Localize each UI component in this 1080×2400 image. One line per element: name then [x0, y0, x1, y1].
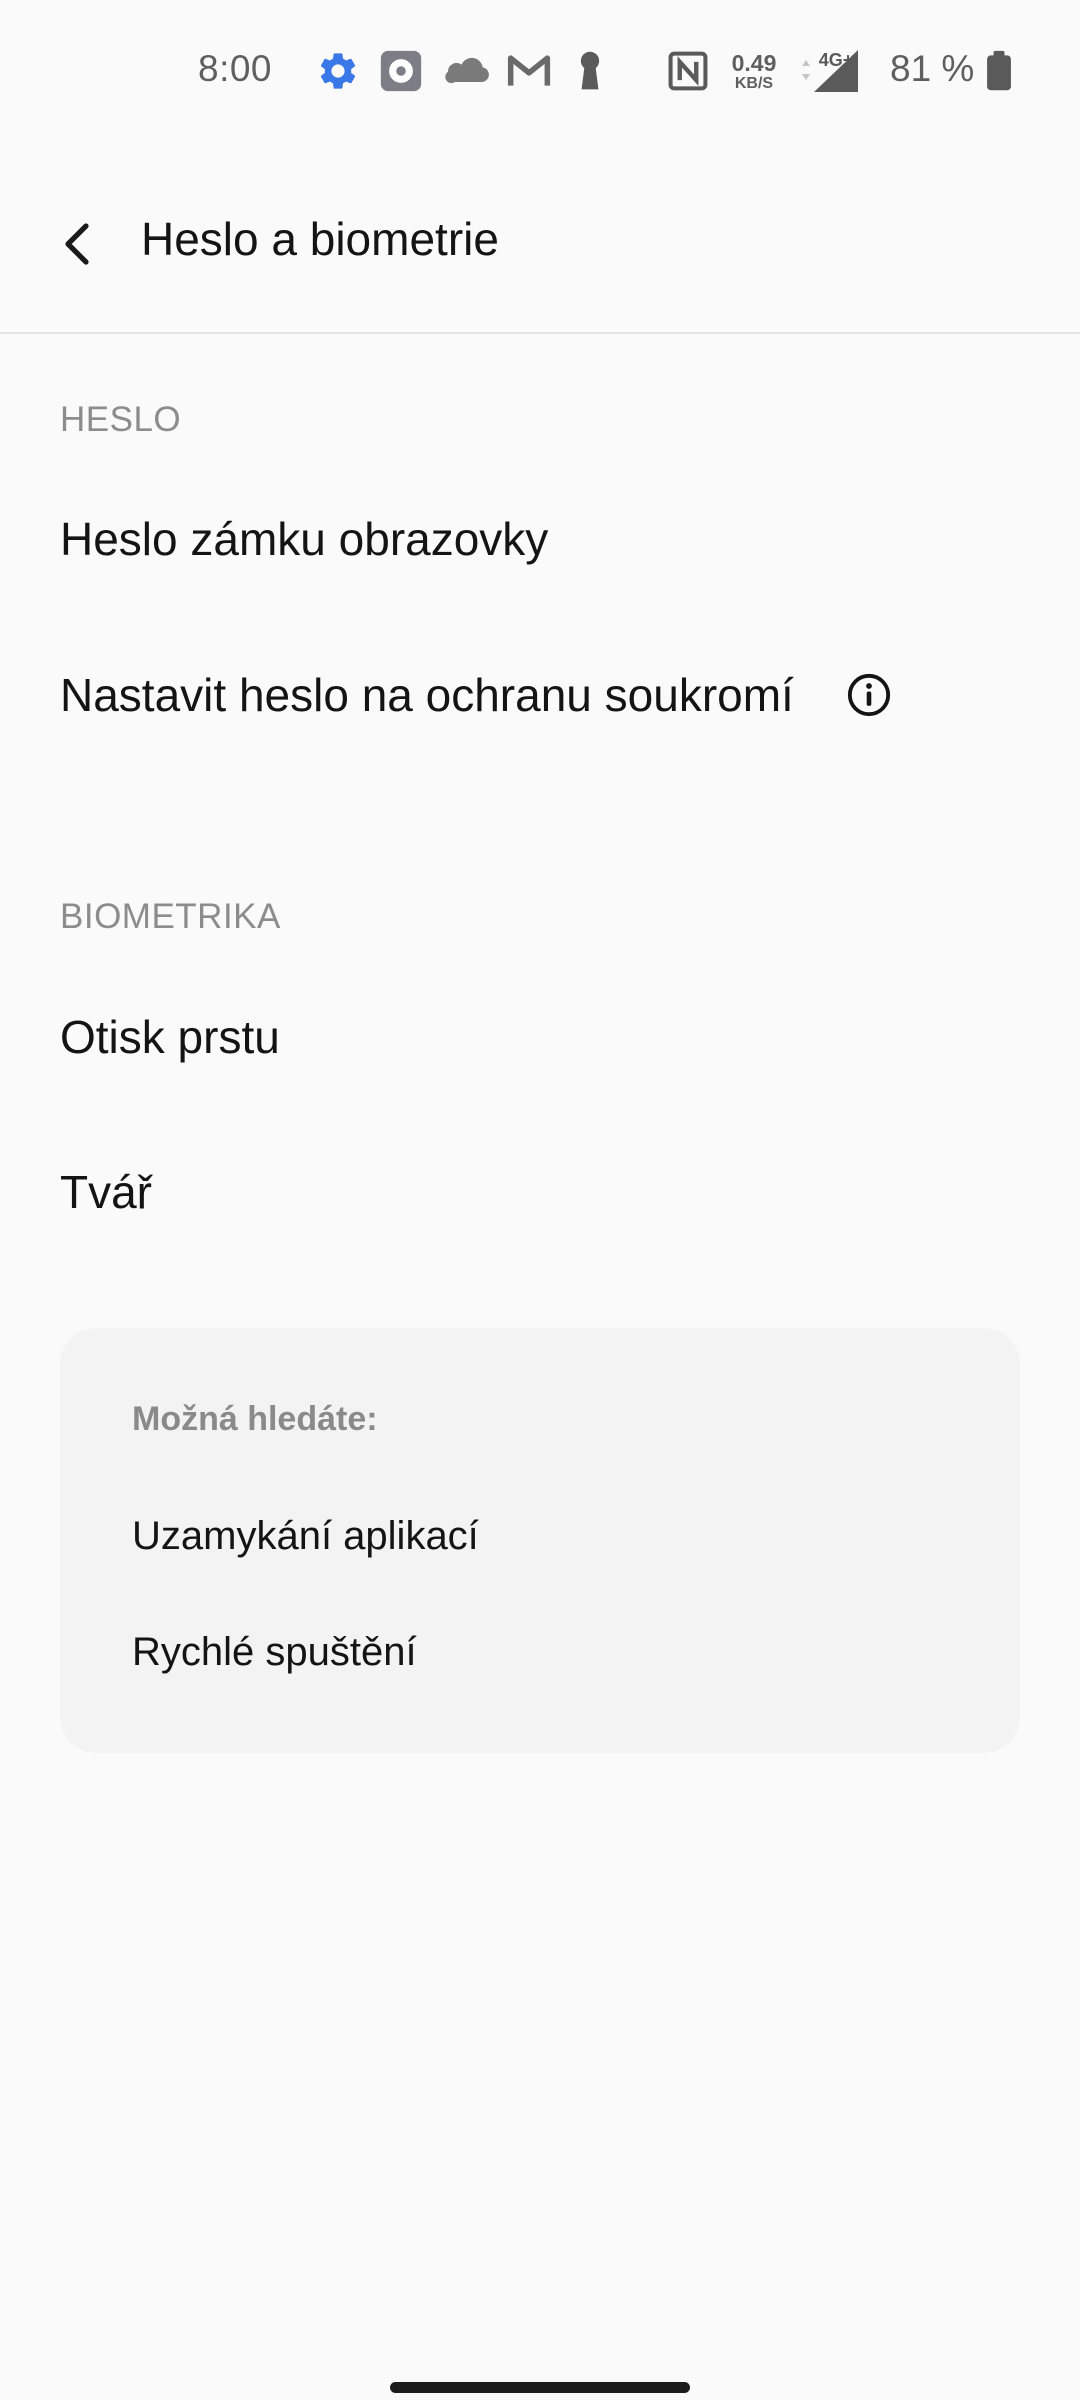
screen-lock-password-item[interactable]: Heslo zámku obrazovky	[0, 464, 1080, 614]
gmail-icon	[507, 55, 551, 86]
network-type-label: 4G+	[819, 50, 854, 70]
suggestion-quick-launch[interactable]: Rychlé spuštění	[132, 1630, 417, 1675]
network-speed-value: 0.49	[731, 50, 777, 76]
battery-icon	[987, 50, 1011, 91]
network-speed-unit: KB/S	[734, 75, 774, 92]
settings-app-icon	[380, 50, 422, 92]
suggestions-title: Možná hledáte:	[132, 1400, 378, 1438]
face-item[interactable]: Tvář	[0, 1117, 1080, 1267]
status-bar: 8:00 0.49 KB/S 4G+ 81 %	[0, 0, 1080, 140]
item-label: Nastavit heslo na ochranu soukromí	[60, 669, 794, 721]
fingerprint-item[interactable]: Otisk prstu	[0, 962, 1080, 1112]
suggestion-app-lock[interactable]: Uzamykání aplikací	[132, 1514, 479, 1559]
gesture-nav-handle[interactable]	[390, 2382, 690, 2393]
battery-percent: 81 %	[890, 48, 975, 89]
item-label: Otisk prstu	[60, 1011, 280, 1063]
app-bar: Heslo a biometrie	[0, 140, 1080, 334]
chevron-left-icon	[65, 223, 89, 265]
section-header-password: HESLO	[60, 400, 182, 439]
info-icon[interactable]	[846, 672, 892, 718]
settings-gear-icon	[320, 53, 356, 89]
network-speed: 0.49 KB/S	[726, 52, 782, 92]
nfc-icon	[668, 51, 708, 91]
page-title: Heslo a biometrie	[141, 213, 499, 265]
suggestions-card: Možná hledáte: Uzamykání aplikací Rychlé…	[60, 1328, 1020, 1753]
item-label: Heslo zámku obrazovky	[60, 513, 549, 565]
onedrive-cloud-icon	[445, 57, 489, 84]
keyhole-icon	[580, 51, 600, 90]
item-label: Tvář	[60, 1166, 152, 1218]
back-button[interactable]	[40, 206, 116, 282]
privacy-password-item[interactable]: Nastavit heslo na ochranu soukromí	[0, 620, 1080, 770]
section-header-biometrics: BIOMETRIKA	[60, 897, 281, 936]
signal-icon: 4G+	[802, 50, 858, 92]
status-time: 8:00	[198, 48, 273, 89]
